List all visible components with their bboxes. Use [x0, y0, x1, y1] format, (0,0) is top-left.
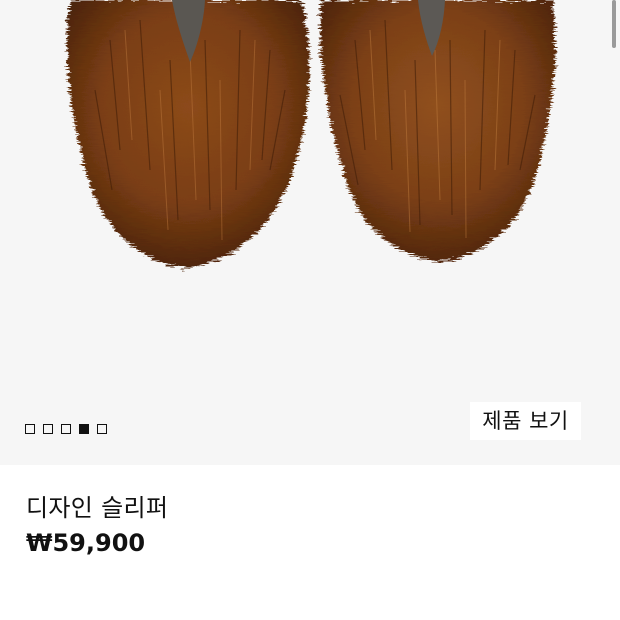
view-product-button[interactable]: 제품 보기 [470, 402, 581, 440]
gallery-pagination [25, 424, 107, 434]
gallery-dot-1[interactable] [25, 424, 35, 434]
gallery-dot-5[interactable] [97, 424, 107, 434]
gallery-dot-2[interactable] [43, 424, 53, 434]
product-name[interactable]: 디자인 슬리퍼 [26, 492, 168, 524]
product-photo [66, 0, 556, 268]
gallery-dot-4-active[interactable] [79, 424, 89, 434]
product-info: 디자인 슬리퍼 ₩59,900 [26, 492, 168, 558]
product-price: ₩59,900 [26, 529, 146, 557]
product-image-gallery[interactable]: 제품 보기 [0, 0, 620, 465]
gallery-dot-3[interactable] [61, 424, 71, 434]
scrollbar-thumb[interactable] [612, 0, 616, 48]
product-card: 제품 보기 디자인 슬리퍼 ₩59,900 [0, 0, 620, 620]
